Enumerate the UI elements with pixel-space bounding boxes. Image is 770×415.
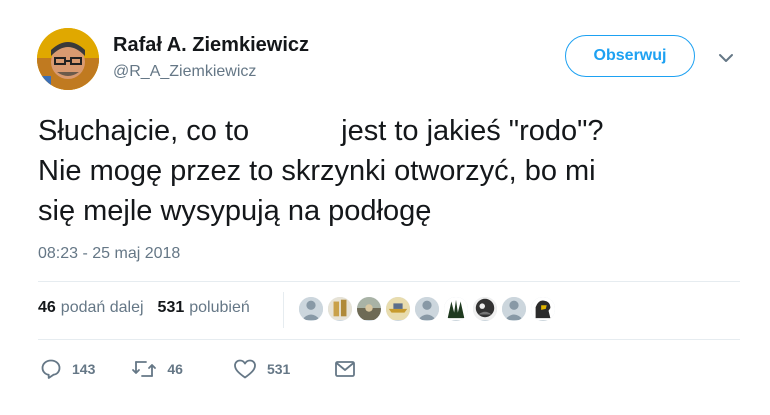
retweets-stat[interactable]: 46 podań dalej xyxy=(38,299,144,317)
retweet-icon xyxy=(132,361,157,377)
liker-avatar[interactable] xyxy=(298,296,324,322)
like-count: 531 xyxy=(266,361,291,377)
divider xyxy=(38,339,740,340)
display-name[interactable]: Rafał A. Ziemkiewicz xyxy=(113,34,309,57)
retweets-stat-count: 46 xyxy=(38,299,56,316)
stats-separator xyxy=(283,292,284,328)
retweet-count: 46 xyxy=(167,361,183,377)
reply-icon xyxy=(41,359,61,379)
reply-button[interactable]: 143 xyxy=(40,358,95,380)
tweet-text-line: się mejle wysypują na podłogę xyxy=(38,195,432,227)
tweet-text-part: Słuchajcie, co to xyxy=(38,115,250,147)
liker-avatar[interactable] xyxy=(385,296,411,322)
liker-avatar[interactable] xyxy=(414,296,440,322)
heart-icon xyxy=(234,359,256,379)
tweet-stats: 46 podań dalej 531 polubień xyxy=(38,299,250,317)
liker-avatar[interactable] xyxy=(327,296,353,322)
follow-button[interactable]: Obserwuj xyxy=(565,35,695,77)
divider xyxy=(38,281,740,282)
retweet-button[interactable]: 46 xyxy=(131,358,183,380)
likes-stat-count: 531 xyxy=(157,299,185,316)
likes-stat-label: polubień xyxy=(189,299,250,316)
tweet-text: Słuchajcie, co to jest to jakieś "rodo"? … xyxy=(38,111,738,231)
tweet-text-part: jest to jakieś "rodo"? xyxy=(341,115,604,147)
tweet-text-line: Nie mogę przez to skrzynki otworzyć, bo … xyxy=(38,155,596,187)
liker-avatar[interactable] xyxy=(356,296,382,322)
avatar[interactable] xyxy=(37,28,99,90)
tweet-actions: 143 46 531 xyxy=(40,358,384,380)
like-button[interactable]: 531 xyxy=(233,358,290,380)
likes-stat[interactable]: 531 polubień xyxy=(158,299,250,317)
liker-avatar[interactable] xyxy=(530,296,556,322)
chevron-down-icon[interactable] xyxy=(716,48,736,68)
reply-count: 143 xyxy=(72,361,96,377)
liker-avatar[interactable] xyxy=(472,296,498,322)
liker-avatars xyxy=(298,296,556,322)
envelope-icon xyxy=(335,361,356,377)
direct-message-button[interactable] xyxy=(334,359,356,379)
user-handle[interactable]: @R_A_Ziemkiewicz xyxy=(113,63,256,81)
avatar-image xyxy=(37,28,99,90)
tweet-timestamp[interactable]: 08:23 - 25 maj 2018 xyxy=(38,245,180,263)
liker-avatar[interactable] xyxy=(501,296,527,322)
retweets-stat-label: podań dalej xyxy=(60,299,144,316)
liker-avatar[interactable] xyxy=(443,296,469,322)
